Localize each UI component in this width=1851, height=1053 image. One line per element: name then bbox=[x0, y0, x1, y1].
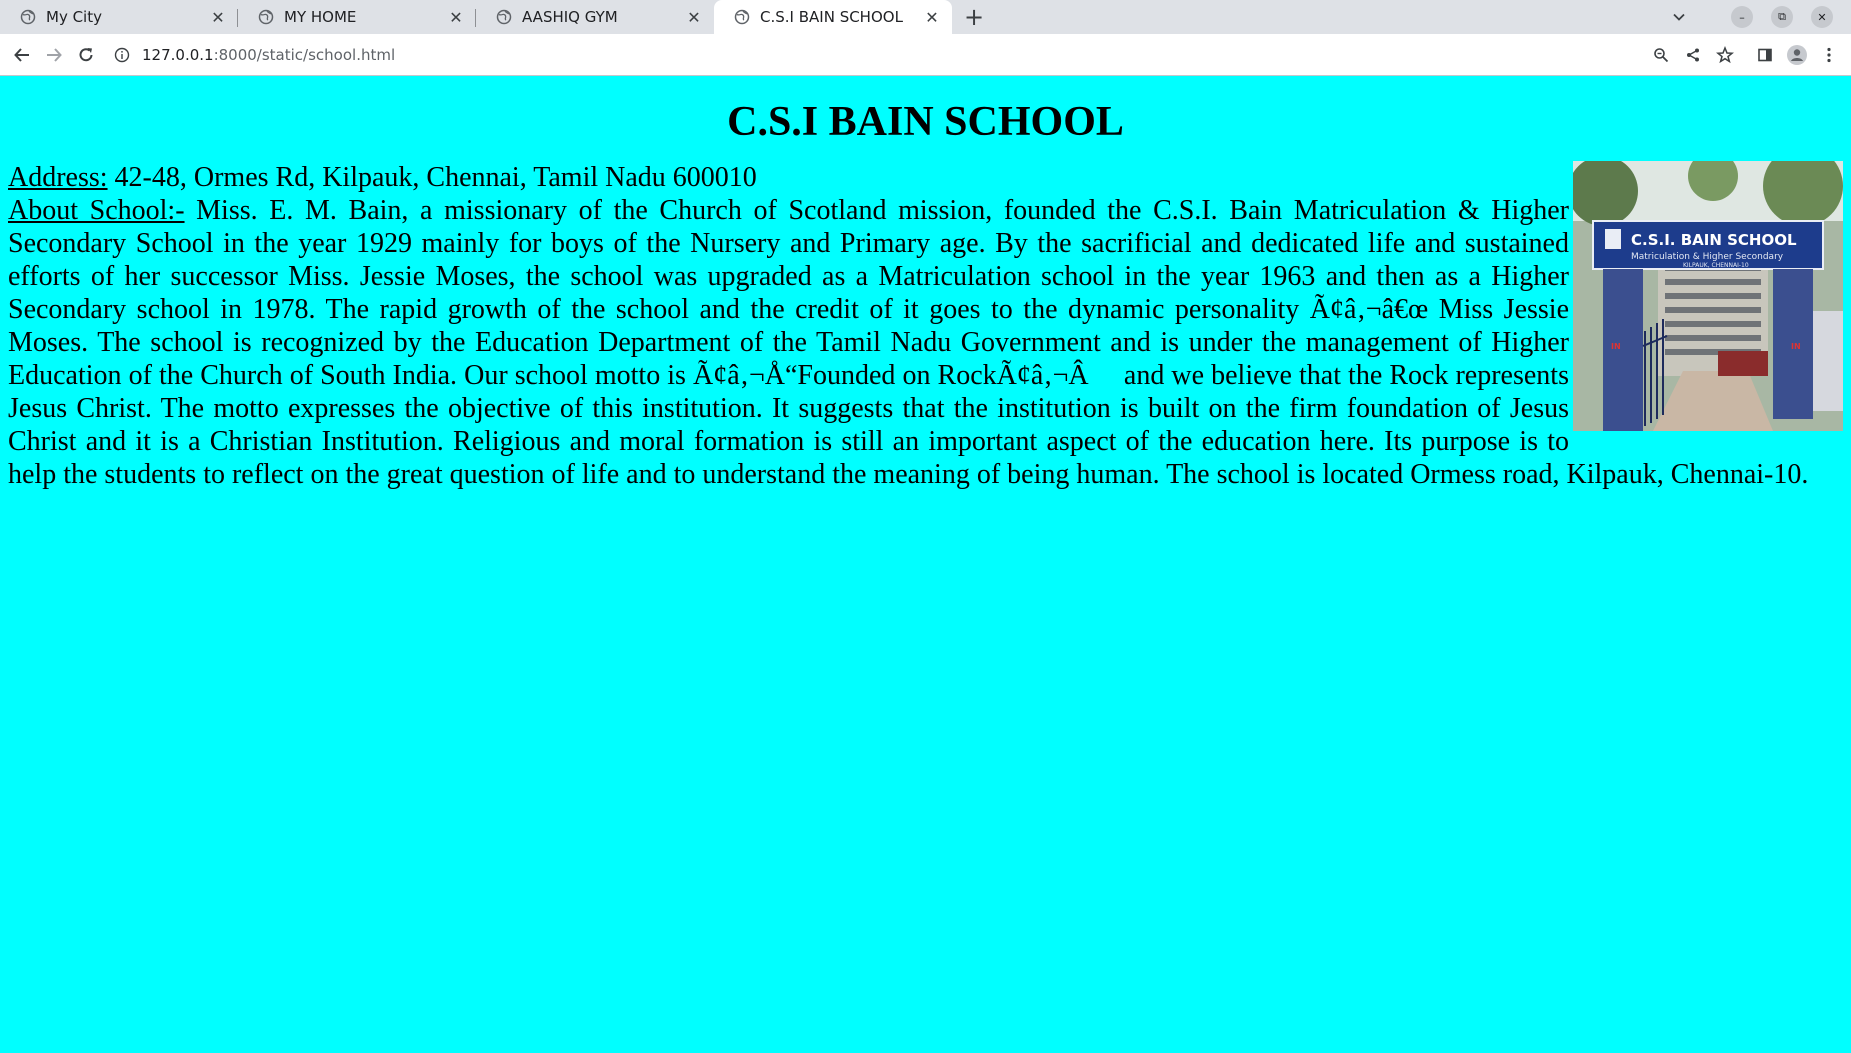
tab-aashiq-gym[interactable]: AASHIQ GYM ✕ bbox=[476, 0, 714, 34]
about-label: About School:- bbox=[8, 195, 185, 227]
school-photo: C.S.I. BAIN SCHOOL Matriculation & Highe… bbox=[1573, 161, 1843, 432]
reload-icon bbox=[79, 47, 93, 61]
gate-mark-left: IN bbox=[1611, 342, 1621, 351]
close-icon[interactable]: ✕ bbox=[208, 7, 228, 27]
page-title: C.S.I BAIN SCHOOL bbox=[727, 99, 1124, 145]
close-icon[interactable]: ✕ bbox=[684, 7, 704, 27]
web-page: C.S.I BAIN SCHOOL C.S.I. BAIN SCHOOL Mat… bbox=[0, 77, 1851, 1053]
tab-title: MY HOME bbox=[284, 8, 357, 26]
close-window-button[interactable]: ✕ bbox=[1811, 6, 1833, 28]
about-text: Miss. E. M. Bain, a missionary of the Ch… bbox=[8, 195, 1809, 491]
tab-strip: My City ✕ MY HOME ✕ AASHIQ GYM ✕ C.S.I B… bbox=[0, 0, 1851, 34]
chevron-down-icon[interactable] bbox=[1667, 5, 1691, 29]
back-button[interactable] bbox=[6, 39, 38, 71]
forward-button[interactable] bbox=[38, 39, 70, 71]
zoom-icon[interactable] bbox=[1645, 39, 1677, 71]
sign-line3: KILPAUK, CHENNAI-10 bbox=[1683, 262, 1749, 269]
sign-line1: C.S.I. BAIN SCHOOL bbox=[1631, 231, 1797, 249]
gate-mark-right: IN bbox=[1791, 342, 1801, 351]
profile-avatar[interactable] bbox=[1781, 39, 1813, 71]
arrow-left-icon bbox=[14, 47, 29, 62]
minimize-button[interactable]: – bbox=[1731, 6, 1753, 28]
share-icon[interactable] bbox=[1677, 39, 1709, 71]
more-menu-icon[interactable] bbox=[1813, 39, 1845, 71]
browser-toolbar: 127.0.0.1:8000/static/school.html bbox=[0, 34, 1851, 76]
globe-icon bbox=[734, 9, 750, 25]
arrow-right-icon bbox=[47, 47, 62, 62]
address-bar[interactable]: 127.0.0.1:8000/static/school.html bbox=[112, 39, 1645, 71]
tab-title: My City bbox=[46, 8, 102, 26]
tab-csi-bain-school[interactable]: C.S.I BAIN SCHOOL ✕ bbox=[714, 0, 952, 34]
window-controls: – ⧉ ✕ bbox=[1667, 0, 1851, 34]
close-icon[interactable]: ✕ bbox=[446, 7, 466, 27]
globe-icon bbox=[496, 9, 512, 25]
info-icon[interactable] bbox=[112, 45, 132, 65]
sign-line2: Matriculation & Higher Secondary bbox=[1631, 252, 1784, 262]
new-tab-button[interactable]: + bbox=[952, 0, 996, 34]
restore-button[interactable]: ⧉ bbox=[1771, 6, 1793, 28]
tab-title: C.S.I BAIN SCHOOL bbox=[760, 8, 903, 26]
address-label: Address: bbox=[8, 162, 108, 194]
reload-button[interactable] bbox=[70, 39, 102, 71]
school-info: C.S.I. BAIN SCHOOL Matriculation & Highe… bbox=[0, 161, 1851, 491]
tab-my-city[interactable]: My City ✕ bbox=[0, 0, 238, 34]
address-text: 42-48, Ormes Rd, Kilpauk, Chennai, Tamil… bbox=[107, 162, 757, 194]
toolbar-actions bbox=[1645, 39, 1845, 71]
close-icon[interactable]: ✕ bbox=[922, 7, 942, 27]
tab-title: AASHIQ GYM bbox=[522, 8, 618, 26]
globe-icon bbox=[20, 9, 36, 25]
url-host: 127.0.0.1 bbox=[142, 45, 214, 64]
globe-icon bbox=[258, 9, 274, 25]
side-panel-icon[interactable] bbox=[1749, 39, 1781, 71]
url-path: :8000/static/school.html bbox=[213, 45, 396, 64]
star-icon[interactable] bbox=[1709, 39, 1741, 71]
tab-my-home[interactable]: MY HOME ✕ bbox=[238, 0, 476, 34]
